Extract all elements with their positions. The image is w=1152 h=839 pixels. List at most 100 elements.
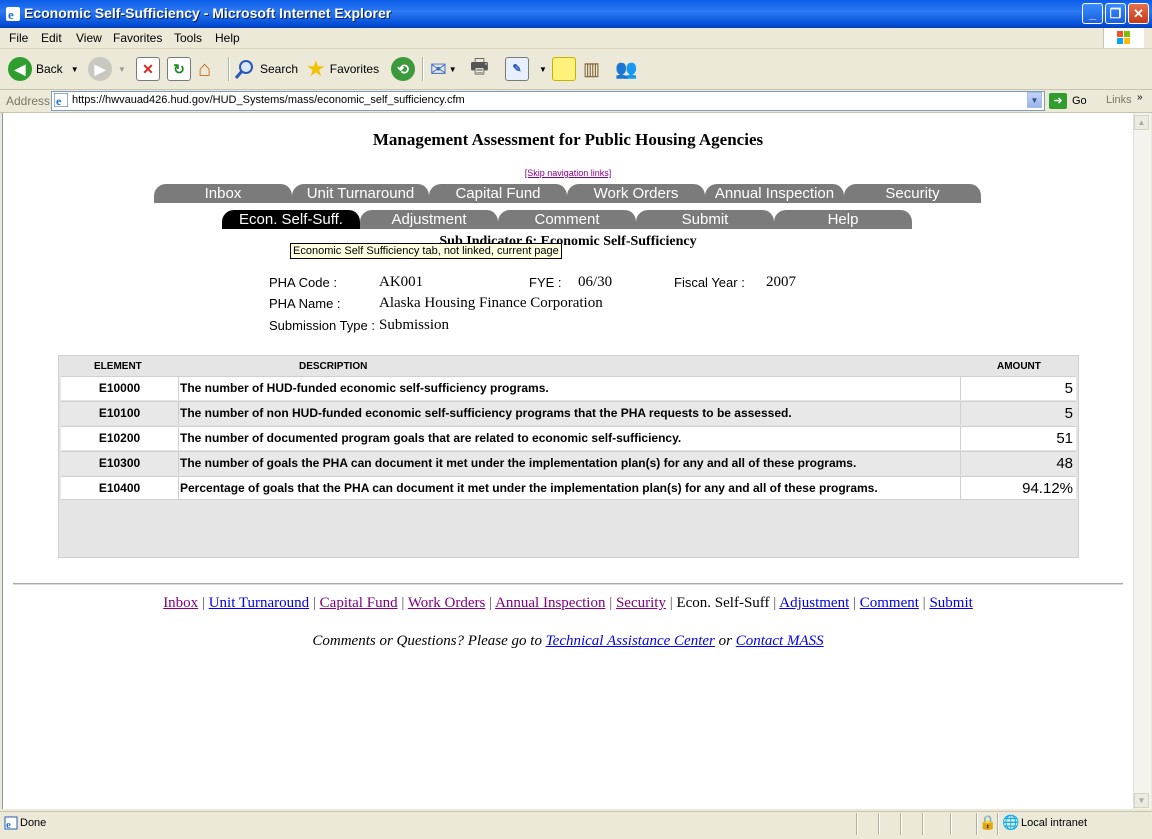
status-divider: [878, 813, 880, 835]
header-element: ELEMENT: [94, 361, 142, 372]
mail-button[interactable]: ✉ ▼: [430, 55, 457, 83]
footer-link-work-orders[interactable]: Work Orders: [408, 595, 486, 611]
go-label: Go: [1072, 95, 1087, 107]
fiscal-year-label: Fiscal Year :: [674, 275, 745, 290]
scroll-up-icon[interactable]: ▲: [1134, 115, 1149, 130]
tab-inbox[interactable]: Inbox: [154, 184, 293, 203]
footer-link-adjustment[interactable]: Adjustment: [779, 595, 849, 611]
footer-separator: |: [312, 595, 316, 611]
status-divider: [976, 813, 978, 835]
print-button[interactable]: 🖶: [470, 55, 489, 83]
history-button[interactable]: ⟲: [391, 55, 415, 83]
fye-label: FYE :: [529, 275, 562, 290]
menu-favorites[interactable]: Favorites: [113, 31, 162, 45]
element-code: E10300: [61, 452, 179, 475]
close-button[interactable]: ✕: [1128, 3, 1149, 24]
ssl-lock-icon[interactable]: 🔒: [979, 814, 996, 831]
element-amount: 51: [1056, 430, 1073, 447]
footer-separator: |: [489, 595, 493, 611]
go-button[interactable]: ➜ Go: [1049, 92, 1087, 110]
links-label[interactable]: Links: [1106, 94, 1132, 106]
element-description: The number of non HUD-funded economic se…: [180, 402, 961, 425]
tab-help[interactable]: Help: [774, 210, 913, 229]
svg-text:e: e: [8, 7, 14, 22]
footer-link-unit-turnaround[interactable]: Unit Turnaround: [209, 595, 309, 611]
page-title: Management Assessment for Public Housing…: [372, 130, 764, 149]
footer-separator: |: [201, 595, 205, 611]
pha-code-value: AK001: [379, 274, 424, 290]
element-amount: 48: [1056, 455, 1073, 472]
pha-name-label: PHA Name :: [269, 296, 341, 311]
footer-link-security[interactable]: Security: [616, 595, 666, 611]
tab-security[interactable]: Security: [844, 184, 982, 203]
messenger-button[interactable]: 👥: [615, 55, 637, 83]
back-dropdown-icon[interactable]: ▼: [71, 65, 79, 74]
footer-link-submit[interactable]: Submit: [929, 595, 972, 611]
skip-navigation-link[interactable]: [Skip navigation links]: [3, 168, 1133, 178]
menu-view[interactable]: View: [76, 31, 102, 45]
links-chevron-icon[interactable]: »: [1137, 92, 1143, 103]
page-done-icon: e: [4, 816, 18, 830]
status-divider: [950, 813, 952, 835]
footer-link-inbox[interactable]: Inbox: [163, 595, 198, 611]
element-code: E10200: [61, 427, 179, 450]
footer-link-annual-inspection[interactable]: Annual Inspection: [495, 595, 605, 611]
history-icon: ⟲: [391, 57, 415, 81]
favorites-button[interactable]: ★ Favorites: [306, 55, 379, 83]
refresh-button[interactable]: ↻: [167, 55, 191, 83]
back-label: Back: [36, 62, 63, 76]
tab-submit[interactable]: Submit: [636, 210, 775, 229]
skip-navigation-text[interactable]: [Skip navigation links]: [525, 168, 612, 178]
svg-text:e: e: [6, 819, 11, 830]
tab-unit-turnaround[interactable]: Unit Turnaround: [292, 184, 430, 203]
edit-button[interactable]: ✎ ▼: [505, 55, 547, 83]
stop-icon: ✕: [136, 57, 160, 81]
tab-capital-fund[interactable]: Capital Fund: [429, 184, 568, 203]
back-button[interactable]: ◀ Back ▼: [8, 55, 79, 83]
windows-logo-icon: [1103, 28, 1144, 48]
mail-dropdown-icon[interactable]: ▼: [449, 65, 457, 74]
contact-mass-link[interactable]: Contact MASS: [736, 633, 824, 649]
forward-dropdown-icon[interactable]: ▼: [118, 65, 126, 74]
table-row: E10300 The number of goals the PHA can d…: [61, 451, 1076, 475]
fiscal-year-value: 2007: [766, 274, 796, 290]
comments-prefix: Comments or Questions? Please go to: [312, 633, 546, 649]
window-title: Economic Self-Sufficiency - Microsoft In…: [24, 5, 392, 21]
search-button[interactable]: Search: [234, 55, 298, 83]
maximize-button[interactable]: ❐: [1105, 3, 1126, 24]
minimize-button[interactable]: _: [1082, 3, 1103, 24]
table-row: E10400 Percentage of goals that the PHA …: [61, 476, 1076, 500]
menu-file[interactable]: File: [9, 31, 28, 45]
stop-button[interactable]: ✕: [136, 55, 160, 83]
footer-separator: |: [852, 595, 856, 611]
scroll-down-icon[interactable]: ▼: [1134, 793, 1149, 808]
address-url[interactable]: https://hwvauad426.hud.gov/HUD_Systems/m…: [72, 94, 465, 106]
footer-separator: |: [609, 595, 613, 611]
fye-value: 06/30: [578, 274, 613, 290]
discuss-button[interactable]: [552, 55, 576, 83]
menu-tools[interactable]: Tools: [174, 31, 202, 45]
footer-link-comment[interactable]: Comment: [860, 595, 919, 611]
technical-assistance-link[interactable]: Technical Assistance Center: [546, 633, 715, 649]
element-description: Percentage of goals that the PHA can doc…: [180, 477, 961, 500]
tab-comment[interactable]: Comment: [498, 210, 637, 229]
forward-button[interactable]: ▶ ▼: [88, 55, 126, 83]
footer-separator: |: [669, 595, 673, 611]
tab-econ-self-suff: Econ. Self-Suff.: [222, 210, 361, 229]
tab-work-orders[interactable]: Work Orders: [567, 184, 706, 203]
footer-link-capital-fund[interactable]: Capital Fund: [320, 595, 398, 611]
pha-name-value: Alaska Housing Finance Corporation: [379, 295, 603, 311]
menu-edit[interactable]: Edit: [41, 31, 62, 45]
tab-adjustment[interactable]: Adjustment: [360, 210, 499, 229]
address-dropdown-icon[interactable]: ▼: [1027, 92, 1042, 108]
menu-help[interactable]: Help: [215, 31, 240, 45]
home-button[interactable]: ⌂: [198, 55, 211, 83]
edit-dropdown-icon[interactable]: ▼: [539, 65, 547, 74]
tab-annual-inspection[interactable]: Annual Inspection: [705, 184, 845, 203]
vertical-scrollbar[interactable]: [1133, 113, 1151, 809]
element-code: E10400: [61, 477, 179, 500]
table-row: E10000 The number of HUD-funded economic…: [61, 376, 1076, 400]
search-icon: [234, 60, 253, 79]
forward-arrow-icon: ▶: [88, 57, 112, 81]
research-button[interactable]: ▥: [583, 55, 600, 83]
